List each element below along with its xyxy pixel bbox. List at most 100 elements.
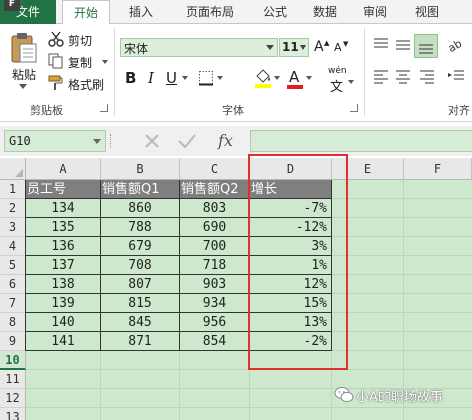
copy-button[interactable]: 复制: [48, 52, 110, 70]
increase-font-button[interactable]: A ▲: [313, 38, 331, 57]
data-cell[interactable]: 854: [180, 332, 250, 351]
row-header[interactable]: 3: [0, 218, 26, 237]
data-cell[interactable]: 679: [101, 237, 180, 256]
header-cell[interactable]: 销售额Q1: [101, 180, 180, 199]
cut-button[interactable]: 剪切: [48, 30, 108, 48]
data-cell[interactable]: 141: [26, 332, 101, 351]
column-header-c[interactable]: C: [180, 158, 250, 180]
chevron-down-icon: [274, 76, 280, 80]
font-launcher-icon[interactable]: [350, 104, 358, 112]
watermark-text: 小A的职场故事: [356, 390, 443, 405]
row-header[interactable]: 9: [0, 332, 26, 351]
tab-home[interactable]: 开始: [62, 0, 110, 25]
italic-button[interactable]: I: [143, 68, 161, 88]
data-cell[interactable]: 135: [26, 218, 101, 237]
paste-button[interactable]: 粘贴: [4, 30, 42, 94]
orientation-icon[interactable]: ab: [446, 36, 466, 54]
row-header[interactable]: 1: [0, 180, 26, 199]
row-header[interactable]: 11: [0, 370, 26, 389]
data-cell[interactable]: 136: [26, 237, 101, 256]
align-middle-icon[interactable]: [394, 36, 412, 54]
column-header-f[interactable]: F: [404, 158, 472, 180]
row-header[interactable]: 6: [0, 275, 26, 294]
pinyin-icon: wén: [328, 66, 347, 76]
name-box[interactable]: G10: [4, 130, 106, 152]
decrease-font-button[interactable]: A ▼: [333, 38, 351, 57]
data-cell[interactable]: 140: [26, 313, 101, 332]
header-cell[interactable]: 销售额Q2: [180, 180, 250, 199]
tab-view[interactable]: 视图: [404, 0, 450, 24]
data-cell[interactable]: 788: [101, 218, 180, 237]
data-cell[interactable]: 956: [180, 313, 250, 332]
data-cell[interactable]: 700: [180, 237, 250, 256]
underline-button[interactable]: U: [164, 68, 190, 88]
data-cell[interactable]: 134: [26, 199, 101, 218]
tab-insert[interactable]: 插入: [118, 0, 164, 24]
font-size-select[interactable]: 11: [279, 38, 309, 57]
fill-color-button[interactable]: [254, 68, 282, 90]
data-cell[interactable]: 903: [180, 275, 250, 294]
tab-file[interactable]: F 文件: [0, 0, 56, 24]
data-cell[interactable]: 807: [101, 275, 180, 294]
indent-icon[interactable]: [446, 68, 466, 86]
font-group-label: 字体: [222, 104, 244, 117]
copy-icon: [48, 53, 63, 69]
align-center-icon[interactable]: [394, 68, 412, 86]
worksheet-grid[interactable]: ABCDEF 1 2 3 4 5 6 7 8 9 10 11 12 13 员工号 销售额Q1 销售额Q2 增长…: [0, 158, 472, 420]
font-name-select[interactable]: 宋体: [120, 38, 278, 57]
data-cell[interactable]: 139: [26, 294, 101, 313]
format-painter-button[interactable]: 格式刷: [48, 74, 110, 92]
tab-formulas[interactable]: 公式: [252, 0, 298, 24]
insert-function-icon[interactable]: fx: [218, 131, 233, 150]
data-cell[interactable]: 860: [101, 199, 180, 218]
data-cell[interactable]: 718: [180, 256, 250, 275]
phonetic-guide-button[interactable]: wén 文: [326, 66, 358, 95]
row-header[interactable]: 2: [0, 199, 26, 218]
chevron-down-icon: [348, 80, 354, 84]
row-header[interactable]: 12: [0, 389, 26, 408]
italic-icon: I: [148, 69, 154, 87]
cancel-icon[interactable]: [144, 133, 160, 149]
row-header[interactable]: 7: [0, 294, 26, 313]
alignment-group-label: 对齐: [448, 104, 470, 117]
bold-button[interactable]: B: [122, 68, 140, 88]
chevron-down-icon: [19, 84, 27, 89]
tab-review[interactable]: 审阅: [352, 0, 398, 24]
format-painter-label: 格式刷: [68, 78, 105, 92]
formula-bar-splitter[interactable]: [110, 134, 112, 148]
header-cell[interactable]: 员工号: [26, 180, 101, 199]
column-header-a[interactable]: A: [26, 158, 101, 180]
decrease-font-icon: A: [334, 41, 342, 54]
data-cell[interactable]: 690: [180, 218, 250, 237]
data-cell[interactable]: 708: [101, 256, 180, 275]
data-cell[interactable]: 871: [101, 332, 180, 351]
align-right-icon[interactable]: [418, 68, 436, 86]
align-top-icon[interactable]: [372, 36, 390, 54]
data-cell[interactable]: 137: [26, 256, 101, 275]
wechat-icon: [334, 387, 354, 403]
align-bottom-button[interactable]: [414, 34, 438, 58]
formula-input[interactable]: [250, 130, 472, 152]
increase-font-icon: A: [314, 39, 324, 55]
enter-icon[interactable]: [178, 133, 196, 149]
borders-button[interactable]: [198, 68, 226, 88]
tab-page-layout[interactable]: 页面布局: [172, 0, 248, 24]
tab-data[interactable]: 数据: [302, 0, 348, 24]
align-left-icon[interactable]: [372, 68, 390, 86]
row-header[interactable]: 5: [0, 256, 26, 275]
data-cell[interactable]: 845: [101, 313, 180, 332]
data-cell[interactable]: 138: [26, 275, 101, 294]
row-header[interactable]: 13: [0, 408, 26, 420]
data-cell[interactable]: 803: [180, 199, 250, 218]
data-cell[interactable]: 815: [101, 294, 180, 313]
data-cell[interactable]: 934: [180, 294, 250, 313]
font-color-button[interactable]: A: [286, 68, 314, 90]
column-header-b[interactable]: B: [101, 158, 180, 180]
font-color-icon: A: [289, 68, 300, 86]
row-header[interactable]: 4: [0, 237, 26, 256]
name-box-value: G10: [9, 134, 31, 148]
row-header[interactable]: 10: [0, 351, 26, 370]
row-header[interactable]: 8: [0, 313, 26, 332]
select-all-corner[interactable]: [0, 158, 26, 180]
clipboard-launcher-icon[interactable]: [100, 104, 108, 112]
